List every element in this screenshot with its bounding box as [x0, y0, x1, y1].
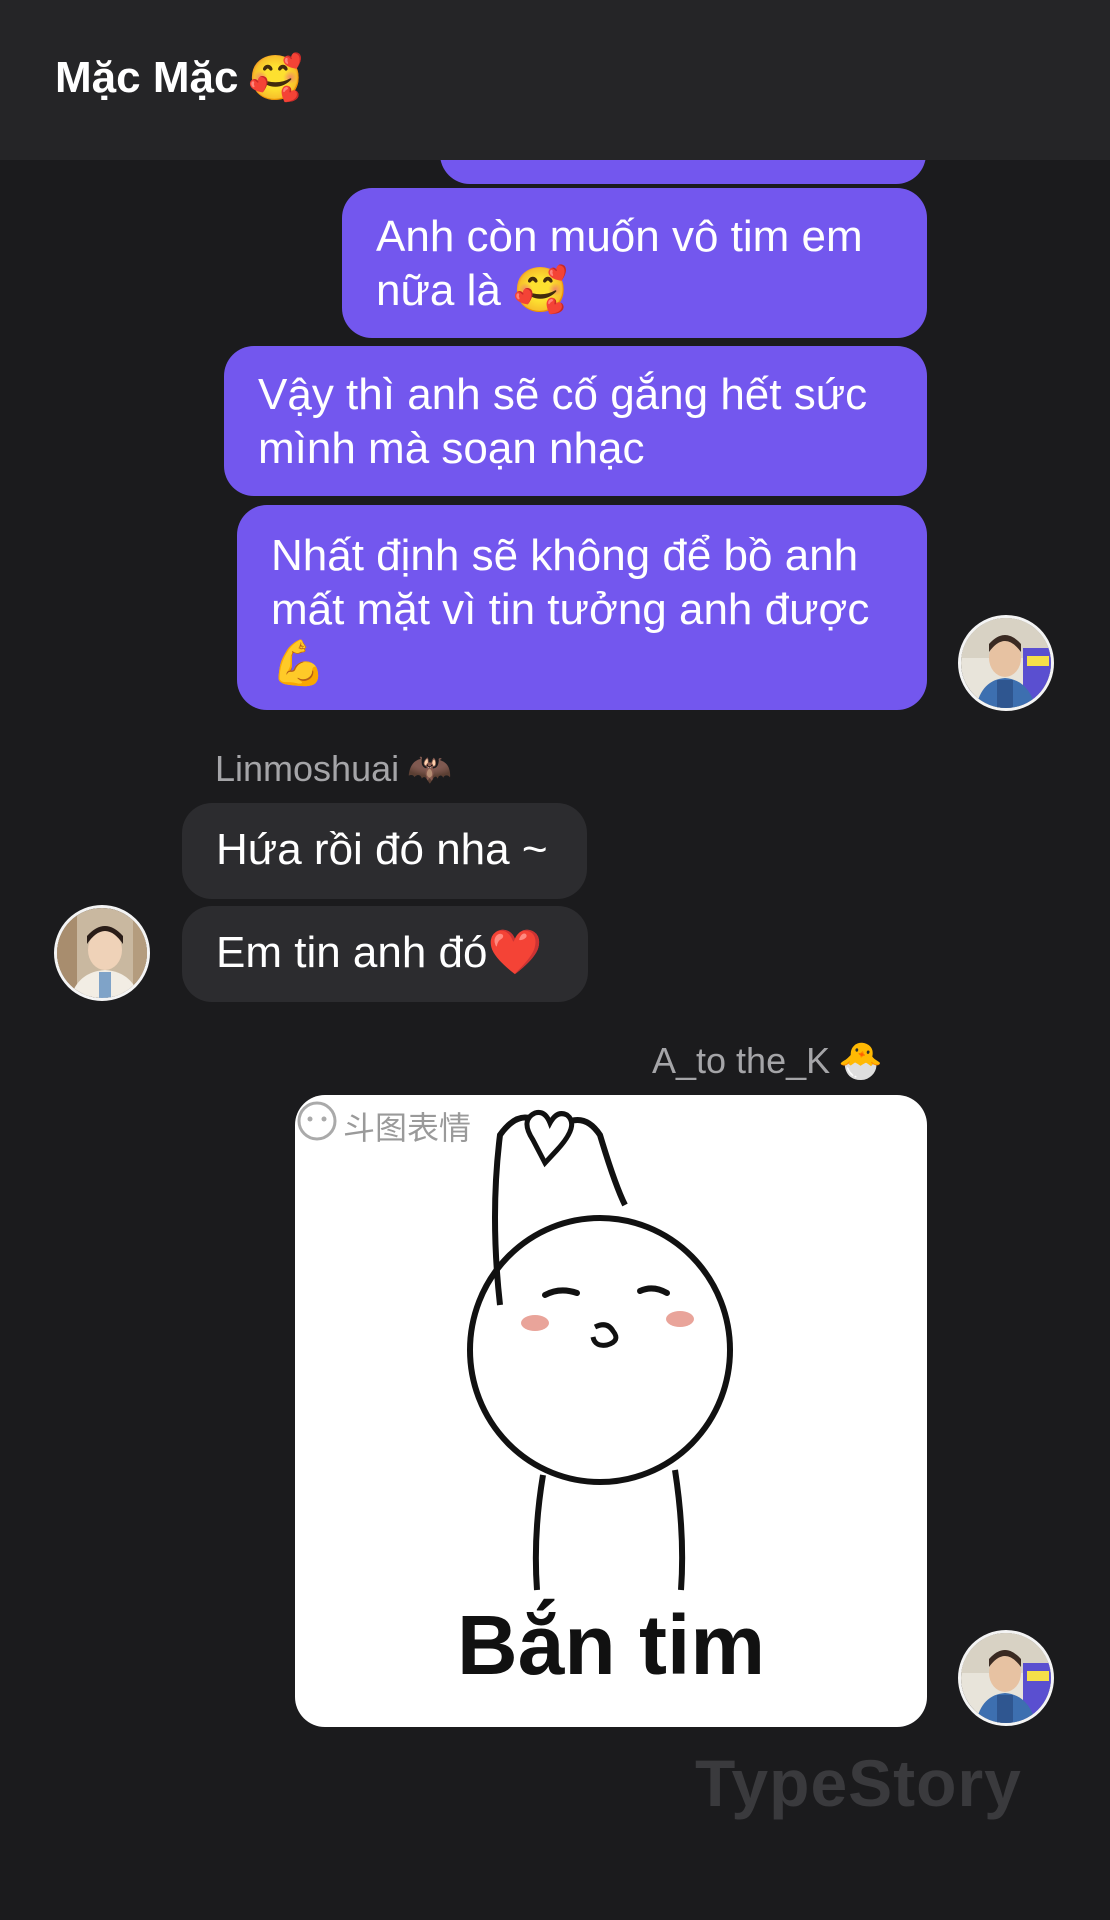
- sender-name: A_to the_K 🐣: [652, 1040, 883, 1082]
- sticker-caption: Bắn tim: [456, 1598, 766, 1692]
- hatching-chick-icon: 🐣: [838, 1041, 883, 1082]
- message-text: Nhất định sẽ không để bồ anh mất mặt vì …: [271, 531, 870, 688]
- message-text: Vậy thì anh sẽ cố gắng hết sức mình mà s…: [258, 370, 868, 473]
- message-bubble-outgoing[interactable]: Vậy thì anh sẽ cố gắng hết sức mình mà s…: [224, 346, 927, 496]
- message-text: Em tin anh đó❤️: [216, 928, 543, 977]
- sender-name: Linmoshuai 🦇: [215, 748, 452, 790]
- avatar[interactable]: [958, 615, 1054, 711]
- user-avatar-icon: [961, 1633, 1051, 1723]
- chat-title-text: Mặc Mặc: [55, 53, 239, 102]
- message-bubble-incoming[interactable]: Hứa rồi đó nha ~: [182, 803, 587, 899]
- sticker-watermark: 斗图表情: [343, 1109, 472, 1147]
- user-avatar-icon: [961, 618, 1051, 708]
- sender-name-text: Linmoshuai: [215, 748, 400, 789]
- app-watermark: TypeStory: [695, 1746, 1022, 1820]
- message-text: Anh còn muốn vô tim em nữa là 🥰: [376, 212, 863, 315]
- sender-name-text: A_to the_K: [652, 1040, 831, 1081]
- user-avatar-icon: [57, 908, 147, 998]
- message-bubble-outgoing[interactable]: Nhất định sẽ không để bồ anh mất mặt vì …: [237, 505, 927, 710]
- avatar[interactable]: [54, 905, 150, 1001]
- smiling-face-hearts-icon: 🥰: [248, 53, 304, 104]
- sticker-message[interactable]: 斗图表情 Bắn tim: [295, 1095, 927, 1727]
- message-bubble-outgoing[interactable]: Anh còn muốn vô tim em nữa là 🥰: [342, 188, 927, 338]
- message-bubble-incoming[interactable]: Em tin anh đó❤️: [182, 906, 588, 1002]
- avatar[interactable]: [958, 1630, 1054, 1726]
- message-text: Hứa rồi đó nha ~: [216, 825, 548, 874]
- chat-title-overlay[interactable]: Mặc Mặc 🥰: [55, 52, 303, 104]
- bat-icon: 🦇: [407, 749, 452, 790]
